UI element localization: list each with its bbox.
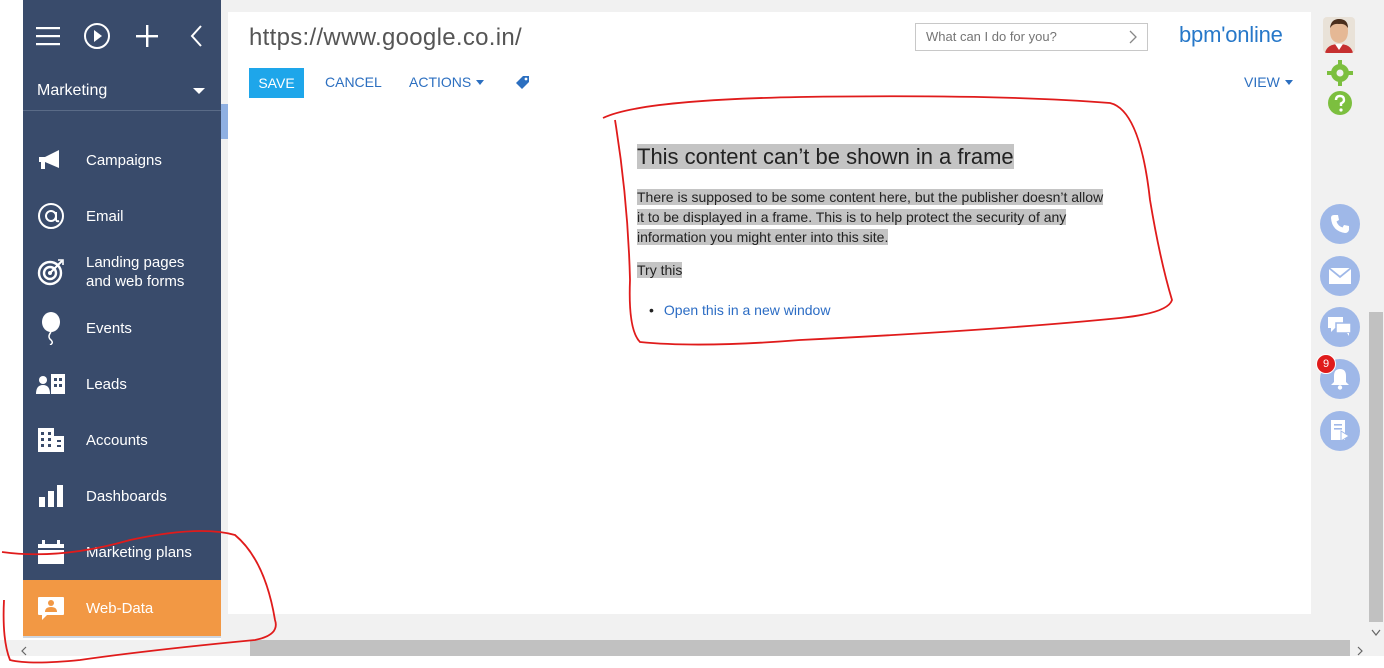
sidebar-item-accounts[interactable]: Accounts xyxy=(23,412,221,468)
help-icon[interactable] xyxy=(1327,90,1353,121)
open-new-window-link[interactable]: Open this in a new window xyxy=(664,302,831,318)
sidebar-bottom-edge xyxy=(23,636,221,638)
megaphone-icon xyxy=(23,132,79,188)
frame-message-try: Try this xyxy=(637,262,683,278)
mail-button[interactable] xyxy=(1320,256,1360,296)
bottom-edge xyxy=(0,656,1384,668)
leads-icon xyxy=(23,356,79,412)
sidebar-item-marketing-plans[interactable]: Marketing plans xyxy=(23,524,221,580)
back-button[interactable] xyxy=(172,0,222,72)
vertical-scroll-thumb[interactable] xyxy=(1369,312,1383,622)
view-button[interactable]: VIEW xyxy=(1244,74,1293,90)
open-new-window-item: • Open this in a new window xyxy=(637,302,1117,318)
building-icon xyxy=(23,412,79,468)
sidebar: Marketing Campaigns Email Landing pages … xyxy=(23,0,221,638)
sidebar-item-label: Landing pages and web forms xyxy=(86,254,185,290)
sidebar-item-label: Events xyxy=(86,319,132,337)
feed-icon xyxy=(1331,420,1350,442)
contact-card-icon xyxy=(23,580,79,636)
at-icon xyxy=(23,188,79,244)
phone-icon xyxy=(1331,215,1349,233)
bar-chart-icon xyxy=(23,468,79,524)
sidebar-item-label: Leads xyxy=(86,375,127,393)
save-button[interactable]: SAVE xyxy=(249,68,304,98)
sidebar-item-label: Dashboards xyxy=(86,487,167,505)
mail-icon xyxy=(1329,268,1351,284)
search-input[interactable] xyxy=(926,29,1116,44)
actions-label: ACTIONS xyxy=(409,74,472,90)
bullet-icon: • xyxy=(649,302,654,318)
sidebar-item-label: Marketing plans xyxy=(86,543,192,561)
tag-icon xyxy=(516,76,529,89)
chat-button[interactable] xyxy=(1320,307,1360,347)
cancel-button[interactable]: CANCEL xyxy=(325,74,382,90)
hamburger-icon xyxy=(35,27,60,46)
actions-button[interactable]: ACTIONS xyxy=(409,74,485,90)
caret-down-icon xyxy=(1284,79,1293,85)
sidebar-item-dashboards[interactable]: Dashboards xyxy=(23,468,221,524)
feed-button[interactable] xyxy=(1320,411,1360,451)
chevron-right-icon[interactable] xyxy=(1129,30,1137,44)
sidebar-item-landing-pages[interactable]: Landing pages and web forms xyxy=(23,244,221,300)
target-icon xyxy=(23,244,79,300)
page-title: https://www.google.co.in/ xyxy=(249,24,522,51)
brand-logo: bpm'online xyxy=(1179,22,1283,47)
sidebar-item-web-data[interactable]: Web-Data xyxy=(23,580,221,636)
sidebar-top-toolbar xyxy=(23,0,221,72)
sidebar-item-label: Accounts xyxy=(86,431,148,449)
chat-icon xyxy=(1328,317,1352,336)
sidebar-item-label: Email xyxy=(86,207,124,225)
workspace-label: Marketing xyxy=(37,82,108,99)
sidebar-item-label: Campaigns xyxy=(86,151,162,169)
play-circle-icon xyxy=(84,23,111,49)
command-search[interactable] xyxy=(915,23,1148,51)
avatar[interactable] xyxy=(1323,17,1355,53)
horizontal-scroll-thumb[interactable] xyxy=(250,640,1350,656)
process-run-button[interactable] xyxy=(73,0,123,72)
frame-blocked-message: This content can’t be shown in a frame T… xyxy=(637,140,1117,318)
sidebar-item-events[interactable]: Events xyxy=(23,300,221,356)
left-margin xyxy=(0,0,23,640)
balloon-icon xyxy=(23,300,79,356)
cancel-label: CANCEL xyxy=(325,74,382,90)
bell-icon xyxy=(1331,369,1349,390)
hamburger-menu-button[interactable] xyxy=(23,0,73,72)
view-label: VIEW xyxy=(1244,74,1280,90)
tag-button[interactable] xyxy=(515,75,530,90)
sidebar-menu: Campaigns Email Landing pages and web fo… xyxy=(23,132,221,636)
notification-badge: 9 xyxy=(1316,354,1336,374)
frame-message-body: There is supposed to be some content her… xyxy=(637,189,1104,245)
plus-icon xyxy=(135,25,158,47)
sidebar-item-email[interactable]: Email xyxy=(23,188,221,244)
sidebar-item-leads[interactable]: Leads xyxy=(23,356,221,412)
add-button[interactable] xyxy=(122,0,172,72)
workspace-selector[interactable]: Marketing xyxy=(23,72,221,111)
caret-down-icon xyxy=(476,79,485,85)
phone-button[interactable] xyxy=(1320,204,1360,244)
frame-message-title: This content can’t be shown in a frame xyxy=(637,144,1014,169)
chevron-down-icon xyxy=(193,88,205,94)
sidebar-item-label: Web-Data xyxy=(86,599,154,617)
gear-icon[interactable] xyxy=(1327,60,1353,91)
sidebar-item-campaigns[interactable]: Campaigns xyxy=(23,132,221,188)
chevron-left-icon xyxy=(190,25,202,47)
calendar-icon xyxy=(23,524,79,580)
